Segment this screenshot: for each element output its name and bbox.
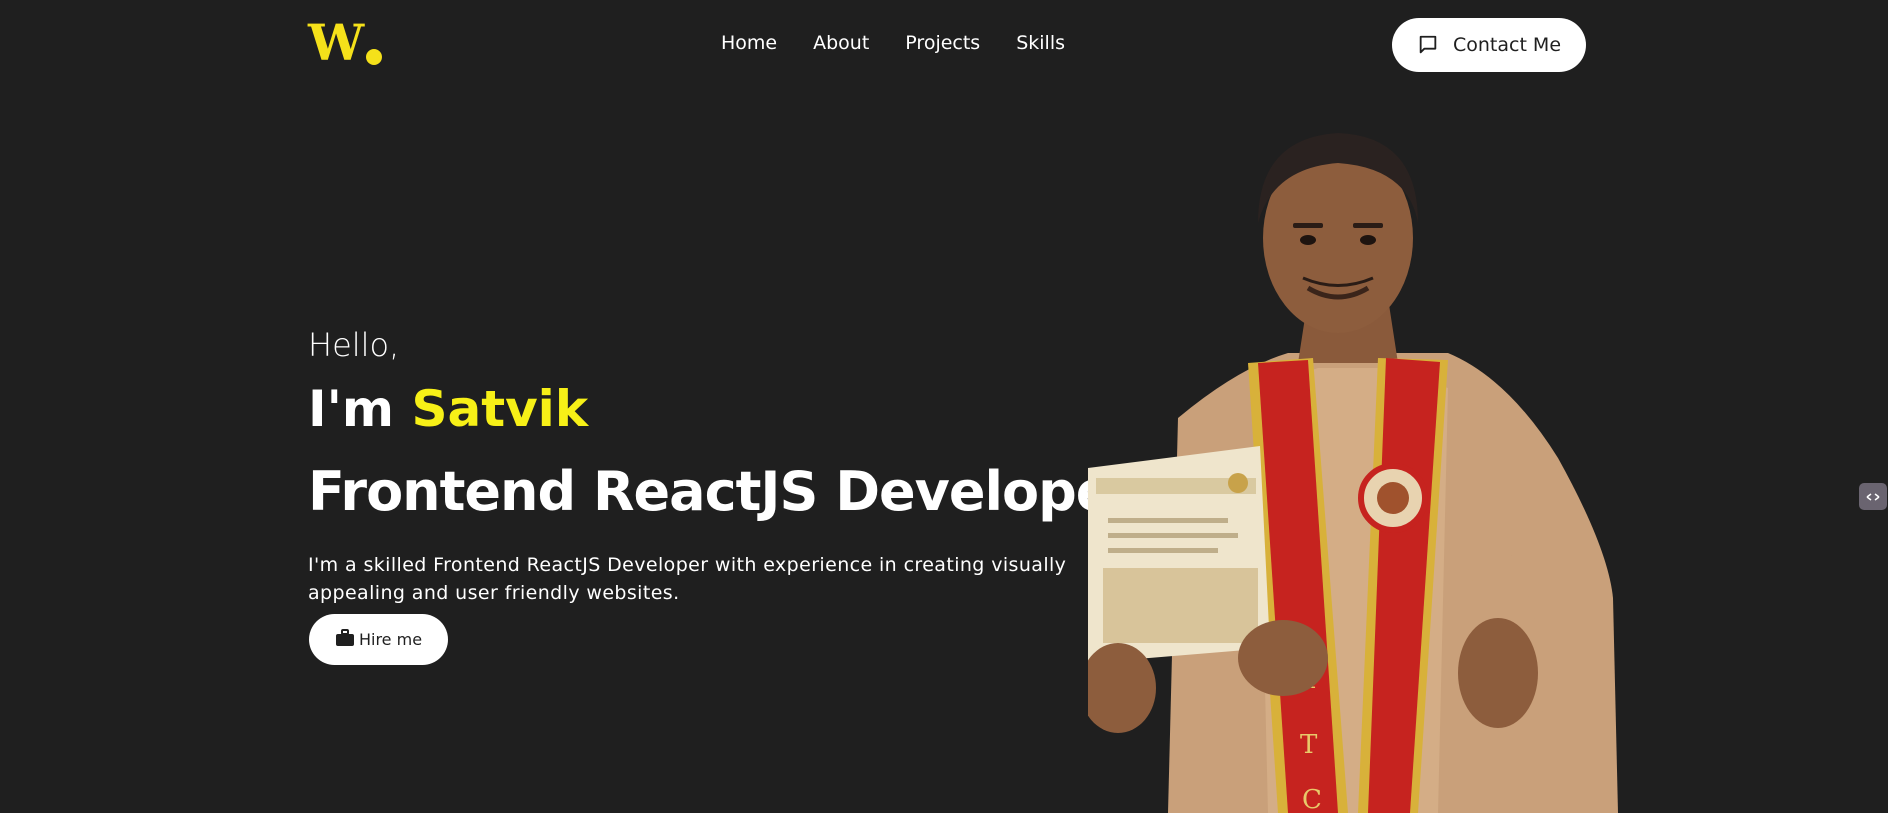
main-nav: Home About Projects Skills [721,32,1065,54]
intro-heading: I'm Satvik [308,380,588,438]
svg-text:C: C [1302,785,1322,813]
nav-projects[interactable]: Projects [905,32,980,54]
greeting: Hello, [308,326,400,364]
nav-skills[interactable]: Skills [1016,32,1065,54]
hire-me-label: Hire me [358,630,423,649]
role-heading: Frontend ReactJS Developer [308,460,1138,523]
nav-home[interactable]: Home [721,32,777,54]
svg-text:T: T [1300,730,1318,760]
message-square-icon [1417,34,1439,56]
logo-dot [366,49,383,65]
contact-me-button[interactable]: Contact Me [1392,18,1586,72]
logo[interactable]: W [308,13,383,72]
hire-me-button[interactable]: Hire me [309,614,448,665]
name-highlight: Satvik [411,380,589,438]
hero-description: I'm a skilled Frontend ReactJS Developer… [308,554,1067,604]
side-widget-icon[interactable] [1859,483,1887,510]
portrait-image: A T C [1088,133,1618,813]
briefcase-icon [335,628,355,651]
nav-about[interactable]: About [813,32,869,54]
contact-me-label: Contact Me [1452,34,1562,56]
page: W Home About Projects Skills Contact Me … [0,0,1888,813]
intro-prefix: I'm [308,380,395,438]
logo-letter: W [308,13,364,72]
